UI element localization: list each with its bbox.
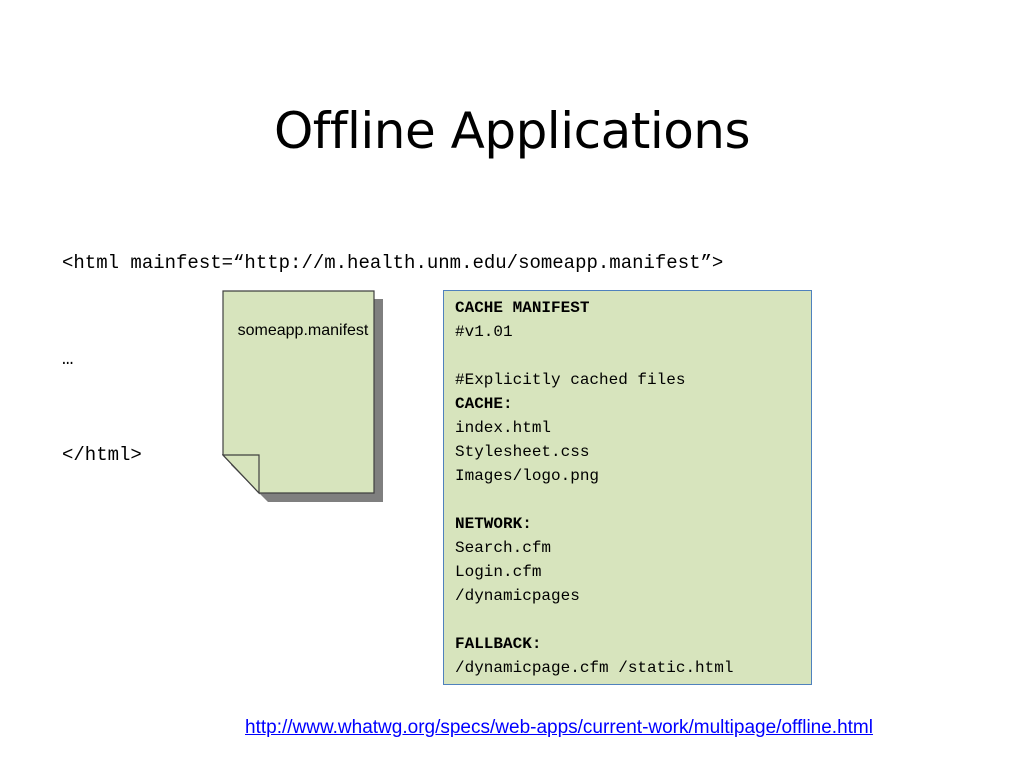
manifest-section-cache: CACHE: (455, 395, 513, 413)
manifest-comment: #Explicitly cached files (455, 371, 686, 389)
html-snippet-line: <html mainfest=“http://m.health.unm.edu/… (62, 252, 724, 274)
manifest-blank-line (455, 488, 801, 512)
document-label: someapp.manifest (237, 322, 369, 339)
manifest-entry: Stylesheet.css (455, 443, 590, 461)
manifest-header: CACHE MANIFEST (455, 299, 590, 317)
manifest-entry: index.html (455, 419, 552, 437)
cache-manifest-box: CACHE MANIFEST #v1.01 #Explicitly cached… (443, 290, 812, 685)
manifest-blank-line (455, 344, 801, 368)
reference-link[interactable]: http://www.whatwg.org/specs/web-apps/cur… (245, 716, 873, 740)
slide-title: Offline Applications (273, 101, 751, 160)
manifest-entry: Search.cfm (455, 539, 552, 557)
manifest-entry: /dynamicpage.cfm /static.html (455, 659, 734, 677)
manifest-version: #v1.01 (455, 323, 513, 341)
manifest-entry: Login.cfm (455, 563, 542, 581)
document-fold (222, 454, 260, 495)
manifest-entry: Images/logo.png (455, 467, 600, 485)
manifest-entry: /dynamicpages (455, 587, 580, 605)
manifest-section-fallback: FALLBACK: (455, 635, 542, 653)
manifest-section-network: NETWORK: (455, 515, 532, 533)
manifest-file-icon: someapp.manifest (222, 290, 384, 504)
manifest-blank-line (455, 608, 801, 632)
